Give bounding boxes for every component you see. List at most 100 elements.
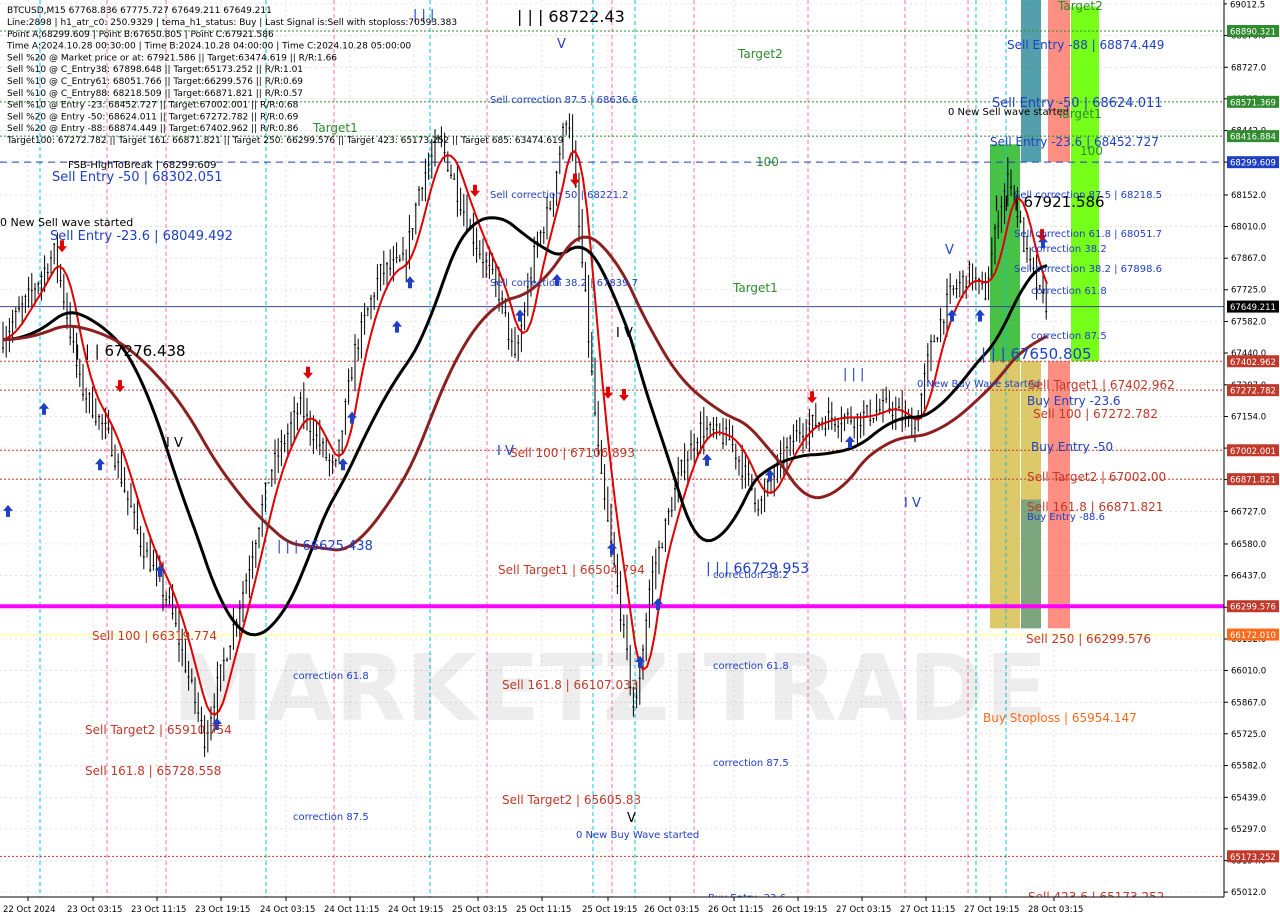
chart-annotation: correction 87.5 xyxy=(713,758,789,769)
y-tick-label: 65439.0 xyxy=(1231,793,1266,803)
info-line: Sell %10 @ C_Entry38: 67898.648 || Targe… xyxy=(7,65,303,75)
x-tick-label: 24 Oct 19:15 xyxy=(388,905,443,915)
info-line: Target100: 67272.782 || Target 161: 6687… xyxy=(6,136,564,146)
chart-annotation: Sell 100 | 66319.774 xyxy=(92,629,217,643)
chart-annotation: correction 87.5 xyxy=(293,812,369,823)
chart-annotation: Sell Entry -50 | 68302.051 xyxy=(52,170,223,185)
chart-annotation: 0 New Buy Wave started xyxy=(917,379,1040,390)
chart-annotation: Sell correction 61.8 | 68051.7 xyxy=(1014,229,1162,240)
chart-annotation: | | | 67650.805 xyxy=(981,345,1092,363)
chart-annotation: 0 New Sell wave started xyxy=(0,216,133,229)
chart-annotation: correction 87.5 xyxy=(1031,331,1107,342)
y-tick-label: 65297.0 xyxy=(1231,825,1266,835)
chart-annotation: Target2 xyxy=(737,47,783,61)
chart-annotation: Sell correction 38.2 | 67839.7 xyxy=(490,278,638,289)
x-tick-label: 27 Oct 19:15 xyxy=(964,905,1019,915)
price-tag-label: 66871.821 xyxy=(1230,476,1276,486)
price-chart[interactable]: MARKETZITRADE | | | 68722.43Target2Targe… xyxy=(0,0,1280,920)
chart-annotation: Target1 xyxy=(312,121,358,135)
x-tick-label: 23 Oct 19:15 xyxy=(195,905,250,915)
info-line: Line:2898 | h1_atr_c0: 250.9329 | tema_h… xyxy=(7,18,457,28)
price-tag-label: 68890.321 xyxy=(1230,28,1276,38)
x-tick-label: 25 Oct 11:15 xyxy=(516,905,571,915)
y-tick-label: 68010.0 xyxy=(1231,222,1266,232)
price-tag-label: 66299.576 xyxy=(1230,603,1276,613)
chart-title: BTCUSD,M15 67768.836 67775.727 67649.211… xyxy=(7,6,272,16)
chart-annotation: correction 61.8 xyxy=(713,661,789,672)
price-tag-label: 69012.5 xyxy=(1230,0,1265,10)
price-tag-label: 67402.962 xyxy=(1230,358,1276,368)
chart-annotation: V xyxy=(945,243,954,258)
chart-annotation: I V xyxy=(497,444,514,459)
chart-annotation: Sell 100 | 67106.893 xyxy=(510,446,635,460)
x-tick-label: 23 Oct 11:15 xyxy=(131,905,186,915)
chart-annotation: Buy Entry -88.6 xyxy=(1027,512,1105,523)
chart-annotation: 100 xyxy=(756,155,779,169)
chart-annotation: | | | xyxy=(843,367,864,382)
chart-annotation: I V xyxy=(904,496,921,511)
chart-annotation: | | | 67276.438 xyxy=(75,342,186,360)
chart-annotation: Sell 161.8 | 65728.558 xyxy=(85,764,221,778)
chart-annotation: Sell correction 87.5 | 68218.5 xyxy=(1014,190,1162,201)
chart-annotation: Sell Target1 | 67402.962 xyxy=(1028,378,1175,392)
x-axis-background xyxy=(0,897,1280,920)
x-tick-label: 26 Oct 19:15 xyxy=(772,905,827,915)
y-tick-label: 65867.0 xyxy=(1231,698,1266,708)
x-tick-label: 22 Oct 2024 xyxy=(3,905,56,915)
chart-annotation: I V xyxy=(616,326,633,341)
price-tag-label: 67649.211 xyxy=(1230,303,1276,313)
price-tag-label: 67272.782 xyxy=(1230,387,1276,397)
chart-annotation: Sell Target2 | 65605.83 xyxy=(502,793,641,807)
chart-annotation: Sell correction 87.5 | 68636.6 xyxy=(490,95,638,106)
price-tag-label: 66172.010 xyxy=(1230,631,1276,641)
price-tag-label: 65173.252 xyxy=(1230,853,1276,863)
chart-annotation: Target1 xyxy=(732,281,778,295)
info-line: Sell %10 @ C_Entry61: 68051.766 || Targe… xyxy=(7,77,303,87)
chart-annotation: Target2 xyxy=(1057,0,1103,13)
info-line: Sell %20 @ Entry -50: 68624.011 || Targe… xyxy=(7,112,299,122)
y-tick-label: 66437.0 xyxy=(1231,572,1266,582)
x-tick-label: 26 Oct 03:15 xyxy=(644,905,699,915)
x-axis: 22 Oct 2024 23 Oct 03:15 23 Oct 11:15 23 Oc… xyxy=(0,896,1280,920)
info-line: Sell %10 @ C_Entry88: 68218.509 || Targe… xyxy=(7,89,303,99)
chart-annotation: correction 38.2 xyxy=(713,570,789,581)
y-tick-label: 66727.0 xyxy=(1231,507,1266,517)
chart-annotation: Sell correction 38.2 | 67898.6 xyxy=(1014,264,1162,275)
price-tag-label: 67002.001 xyxy=(1230,447,1276,457)
x-tick-label: 27 Oct 03:15 xyxy=(836,905,891,915)
y-tick-label: 65725.0 xyxy=(1231,730,1266,740)
x-tick-label: 26 Oct 11:15 xyxy=(708,905,763,915)
x-tick-label: 24 Oct 03:15 xyxy=(260,905,315,915)
target-zone xyxy=(990,361,1020,629)
chart-annotation: Sell Entry -23.6 | 68049.492 xyxy=(50,229,233,244)
chart-annotation: V xyxy=(557,37,566,52)
chart-annotation: Sell Target2 | 67002.00 xyxy=(1027,470,1166,484)
chart-annotation: Sell correction 50 | 68221.2 xyxy=(490,190,628,201)
price-tag-label: 68416.884 xyxy=(1230,133,1276,143)
chart-annotation: V xyxy=(627,811,636,826)
x-tick-label: 25 Oct 03:15 xyxy=(452,905,507,915)
y-tick-label: 68727.0 xyxy=(1231,63,1266,73)
chart-annotation: Buy Stoploss | 65954.147 xyxy=(983,711,1137,725)
info-line: Sell %20 @ Market price or at: 67921.586… xyxy=(7,53,337,63)
info-line: Sell %20 @ Entry -88: 68874.449 || Targe… xyxy=(7,124,299,134)
y-tick-label: 65582.0 xyxy=(1231,762,1266,772)
info-line: Sell %10 @ Entry -23: 68452.727 || Targe… xyxy=(7,101,299,111)
info-line: Point A:68299.609 | Point B:67650.805 | … xyxy=(7,30,274,40)
chart-annotation: correction 61.8 xyxy=(293,671,369,682)
chart-annotation: 0 New Buy Wave started xyxy=(576,830,699,841)
y-tick-label: 68152.0 xyxy=(1231,191,1266,201)
info-line: Time A:2024.10.28 00:30:00 | Time B:2024… xyxy=(6,42,411,52)
price-tag-label: 68571.369 xyxy=(1230,98,1276,108)
chart-annotation: correction 61.8 xyxy=(1031,286,1107,297)
chart-annotation: | | | 68722.43 xyxy=(517,7,625,26)
chart-annotation: correction 38.2 xyxy=(1031,244,1107,255)
chart-annotation: | | | 66625.438 xyxy=(277,539,373,554)
y-tick-label: 67725.0 xyxy=(1231,286,1266,296)
chart-annotation: Target1 xyxy=(1056,107,1102,121)
chart-annotation: 0 New Sell wave started xyxy=(948,107,1069,118)
chart-annotation: Sell Entry -88 | 68874.449 xyxy=(1007,38,1164,52)
y-tick-label: 66010.0 xyxy=(1231,667,1266,677)
x-tick-label: 27 Oct 11:15 xyxy=(900,905,955,915)
x-tick-label: 28 Oct 03:15 xyxy=(1028,905,1083,915)
